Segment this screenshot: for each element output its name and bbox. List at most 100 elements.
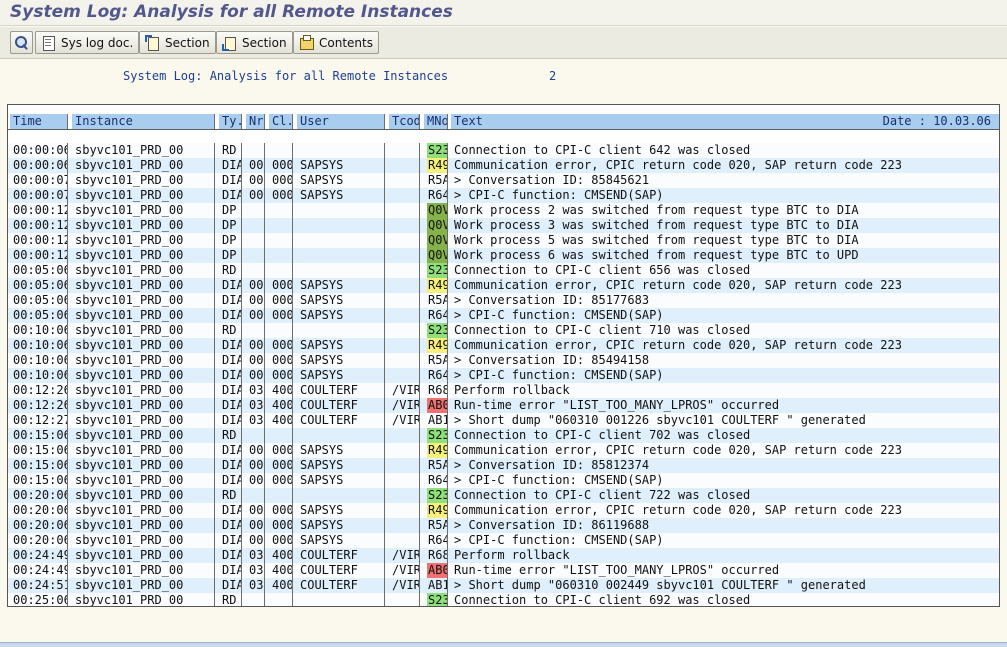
message-number-badge: R64 xyxy=(428,473,448,487)
cell-user: SAPSYS xyxy=(297,353,385,368)
cell-nr xyxy=(246,488,265,503)
log-row[interactable]: 00:05:06 sbyvc101_PRD_00 DIA 00 000 SAPSYS R64… xyxy=(8,308,999,323)
cell-client xyxy=(269,428,293,443)
cell-mno: Q0V xyxy=(424,248,448,263)
cell-client: 000 xyxy=(269,338,293,353)
cell-user: SAPSYS xyxy=(297,308,385,323)
log-row[interactable]: 00:15:06 sbyvc101_PRD_00 DIA 00 000 SAPSYS R64… xyxy=(8,473,999,488)
column-header-client[interactable]: Cl. xyxy=(269,114,293,129)
log-row[interactable]: 00:00:07 sbyvc101_PRD_00 DIA 00 000 SAPSYS R64… xyxy=(8,188,999,203)
cell-user xyxy=(297,323,385,338)
cell-tcode xyxy=(389,233,420,248)
log-row[interactable]: 00:20:06 sbyvc101_PRD_00 DIA 00 000 SAPSYS R64… xyxy=(8,533,999,548)
log-row[interactable]: 00:05:06 sbyvc101_PRD_00 DIA 00 000 SAPSYS R5A… xyxy=(8,293,999,308)
cell-tcode xyxy=(389,533,420,548)
cell-user xyxy=(297,203,385,218)
column-header-user[interactable]: User xyxy=(297,114,385,129)
cell-time: 00:00:07 xyxy=(10,173,68,188)
cell-client: 400 xyxy=(269,383,293,398)
cell-type: DIA xyxy=(219,158,242,173)
cell-user: SAPSYS xyxy=(297,278,385,293)
cell-type: DIA xyxy=(219,563,242,578)
cell-instance: sbyvc101_PRD_00 xyxy=(72,503,215,518)
cell-client: 000 xyxy=(269,173,293,188)
log-row[interactable]: 00:10:06 sbyvc101_PRD_00 DIA 00 000 SAPSYS R49… xyxy=(8,338,999,353)
column-header-time[interactable]: Time xyxy=(10,114,68,129)
cell-instance: sbyvc101_PRD_00 xyxy=(72,278,215,293)
cell-type: DIA xyxy=(219,518,242,533)
log-row[interactable]: 00:10:06 sbyvc101_PRD_00 DIA 00 000 SAPSYS R5A… xyxy=(8,353,999,368)
log-row[interactable]: 00:00:12 sbyvc101_PRD_00 DP Q0V Work process… xyxy=(8,248,999,263)
cell-mno: S23 xyxy=(424,428,448,443)
column-header-tcode[interactable]: Tcod xyxy=(389,114,420,129)
cell-nr: 00 xyxy=(246,188,265,203)
log-row[interactable]: 00:12:26 sbyvc101_PRD_00 DIA 03 400 COULTERF /… xyxy=(8,398,999,413)
log-row[interactable]: 00:12:27 sbyvc101_PRD_00 DIA 03 400 COULTERF /… xyxy=(8,413,999,428)
sys-log-doc-button[interactable]: Sys log doc. xyxy=(35,31,140,54)
log-row[interactable]: 00:00:12 sbyvc101_PRD_00 DP Q0V Work process… xyxy=(8,233,999,248)
column-header-type[interactable]: Ty. xyxy=(219,114,242,129)
cell-user: SAPSYS xyxy=(297,533,385,548)
cell-time: 00:00:12 xyxy=(10,233,68,248)
cell-user: SAPSYS xyxy=(297,173,385,188)
log-row[interactable]: 00:20:06 sbyvc101_PRD_00 RD S23 Connection t… xyxy=(8,488,999,503)
message-number-badge: R68 xyxy=(428,548,448,562)
log-row[interactable]: 00:00:07 sbyvc101_PRD_00 DIA 00 000 SAPSYS R5A… xyxy=(8,173,999,188)
log-row[interactable]: 00:12:26 sbyvc101_PRD_00 DIA 03 400 COULTERF /… xyxy=(8,383,999,398)
log-row[interactable]: 00:00:12 sbyvc101_PRD_00 DP Q0V Work process… xyxy=(8,203,999,218)
log-row[interactable]: 00:20:06 sbyvc101_PRD_00 DIA 00 000 SAPSYS R5A… xyxy=(8,518,999,533)
log-row[interactable]: 00:05:06 sbyvc101_PRD_00 RD S23 Connection t… xyxy=(8,263,999,278)
cell-mno: S23 xyxy=(424,143,448,158)
cell-tcode xyxy=(389,353,420,368)
log-row[interactable]: 00:10:06 sbyvc101_PRD_00 RD S23 Connection t… xyxy=(8,323,999,338)
cell-nr xyxy=(246,233,265,248)
cell-type: DIA xyxy=(219,278,242,293)
cell-instance: sbyvc101_PRD_00 xyxy=(72,398,215,413)
log-row[interactable]: 00:05:06 sbyvc101_PRD_00 DIA 00 000 SAPSYS R49… xyxy=(8,278,999,293)
system-log-list[interactable]: Time Instance Ty. Nr Cl. User Tcod MNo T… xyxy=(7,104,1000,607)
log-row[interactable]: 00:15:06 sbyvc101_PRD_00 DIA 00 000 SAPSYS R49… xyxy=(8,443,999,458)
find-button[interactable] xyxy=(10,31,33,54)
contents-label: Contents xyxy=(319,35,373,50)
log-row[interactable]: 00:00:12 sbyvc101_PRD_00 DP Q0V Work process… xyxy=(8,218,999,233)
message-number-badge: R64 xyxy=(428,188,448,202)
cell-nr: 00 xyxy=(246,293,265,308)
message-number-badge: S23 xyxy=(427,143,447,158)
log-row[interactable]: 00:15:06 sbyvc101_PRD_00 DIA 00 000 SAPSYS R5A… xyxy=(8,458,999,473)
previous-section-button[interactable]: Section xyxy=(139,31,216,54)
cell-nr: 00 xyxy=(246,353,265,368)
cell-type: RD xyxy=(219,488,242,503)
cell-time: 00:15:06 xyxy=(10,443,68,458)
cell-type: DIA xyxy=(219,368,242,383)
log-row[interactable]: 00:24:49 sbyvc101_PRD_00 DIA 03 400 COULTERF /… xyxy=(8,563,999,578)
message-number-badge: AB0 xyxy=(427,563,447,578)
section-label: Section xyxy=(165,35,210,50)
cell-mno: R49 xyxy=(424,338,448,353)
log-row[interactable]: 00:10:06 sbyvc101_PRD_00 DIA 00 000 SAPSYS R64… xyxy=(8,368,999,383)
column-header-mno[interactable]: MNo xyxy=(424,114,448,129)
cell-text: Work process 2 was switched from request… xyxy=(454,203,859,217)
cell-text: > Conversation ID: 85845621 xyxy=(454,173,650,187)
contents-button[interactable]: Contents xyxy=(293,31,379,54)
log-row[interactable]: 00:24:49 sbyvc101_PRD_00 DIA 03 400 COULTERF /… xyxy=(8,548,999,563)
log-row[interactable]: 00:00:06 sbyvc101_PRD_00 DIA 00 000 SAPSYS R49… xyxy=(8,158,999,173)
cell-type: DP xyxy=(219,218,242,233)
next-section-button[interactable]: Section xyxy=(216,31,293,54)
column-header-instance[interactable]: Instance xyxy=(72,114,215,129)
cell-time: 00:15:06 xyxy=(10,473,68,488)
cell-mno: R5A xyxy=(424,293,448,308)
column-header-nr[interactable]: Nr xyxy=(246,114,265,129)
column-header-text[interactable]: Text Date : 10.03.06 xyxy=(451,114,999,129)
cell-text: > CPI-C function: CMSEND(SAP) xyxy=(454,188,664,202)
cell-user xyxy=(297,263,385,278)
cell-text: > CPI-C function: CMSEND(SAP) xyxy=(454,308,664,322)
log-row[interactable]: 00:24:51 sbyvc101_PRD_00 DIA 03 400 COULTERF /… xyxy=(8,578,999,593)
cell-mno: AB1 xyxy=(424,578,448,593)
message-number-badge: R68 xyxy=(428,383,448,397)
log-row[interactable]: 00:15:06 sbyvc101_PRD_00 RD S23 Connection t… xyxy=(8,428,999,443)
log-row[interactable]: 00:00:06 sbyvc101_PRD_00 RD S23 Connection t… xyxy=(8,143,999,158)
cell-client: 000 xyxy=(269,188,293,203)
log-row[interactable]: 00:20:06 sbyvc101_PRD_00 DIA 00 000 SAPSYS R49… xyxy=(8,503,999,518)
cell-type: DP xyxy=(219,203,242,218)
log-row[interactable]: 00:25:06 sbyvc101_PRD_00 RD S23 Connection t… xyxy=(8,593,999,606)
